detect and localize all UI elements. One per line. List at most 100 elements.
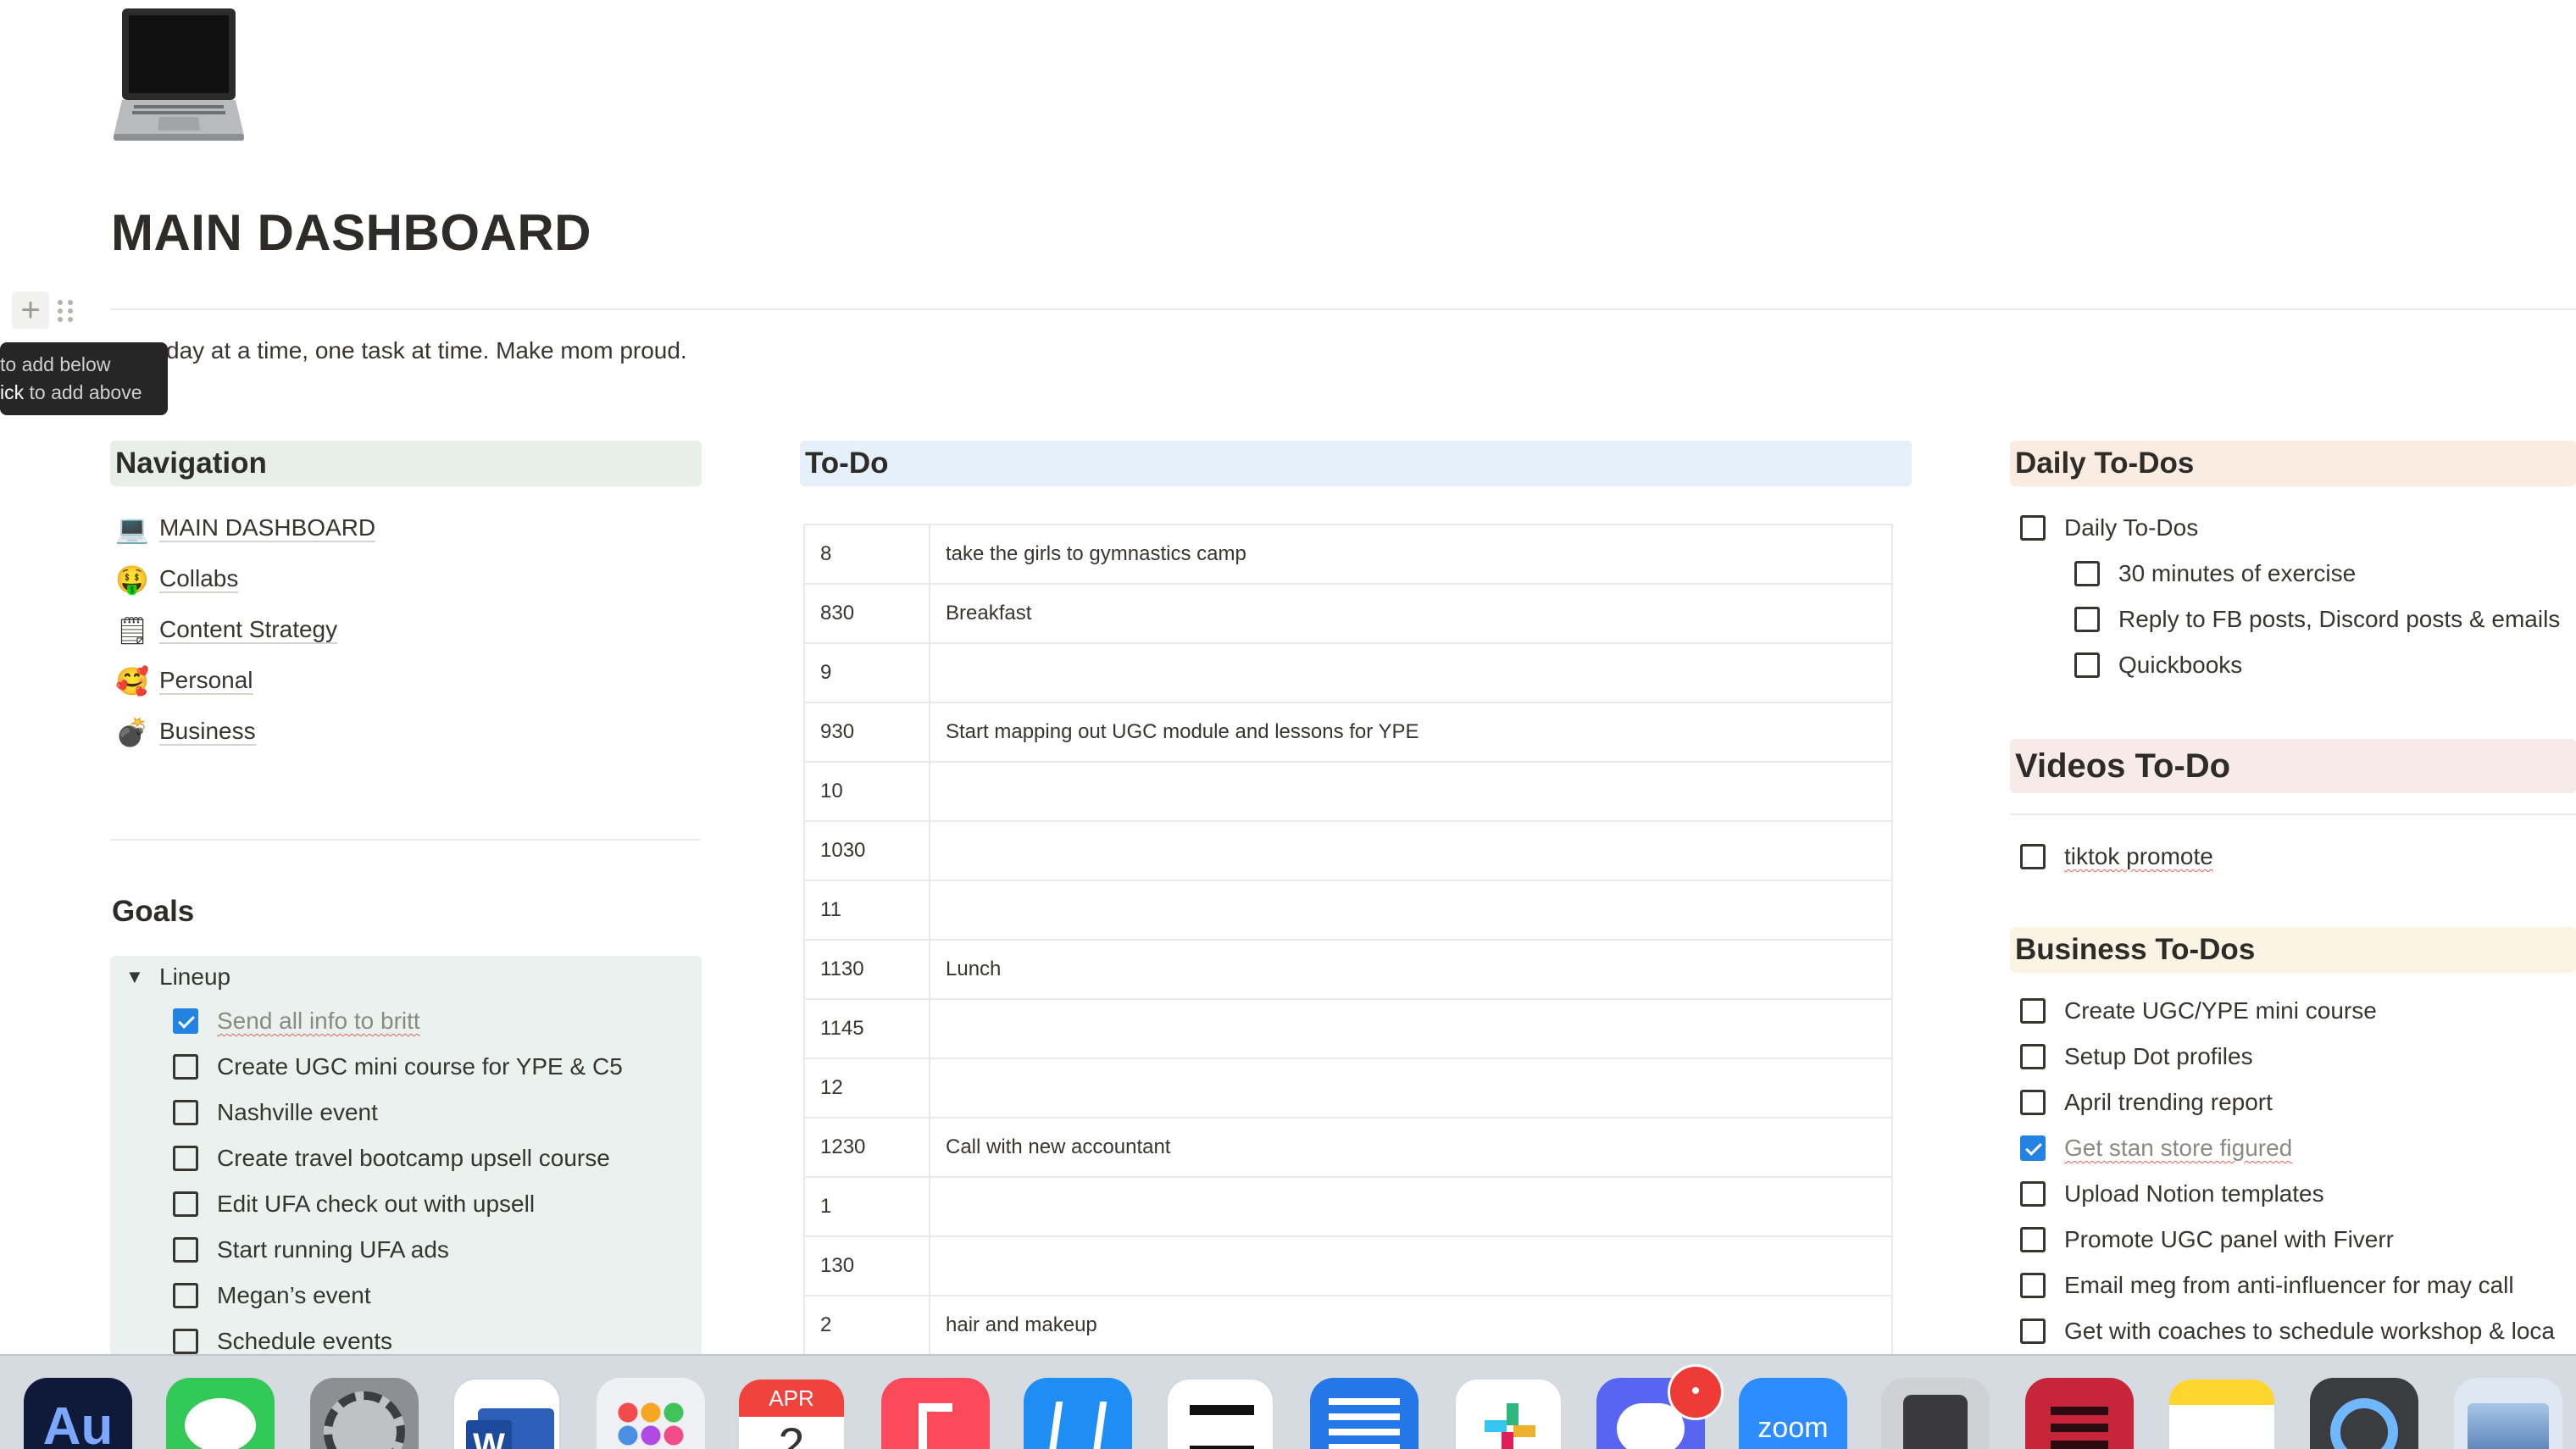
goal-item[interactable]: Megan’s event	[173, 1273, 371, 1319]
task-cell[interactable]	[929, 998, 1893, 1059]
page-title[interactable]: MAIN DASHBOARD	[111, 203, 591, 262]
task-cell[interactable]: Lunch	[929, 939, 1893, 1000]
checkbox[interactable]	[173, 1054, 198, 1080]
nav-item-collabs[interactable]: 🤑 Collabs	[115, 559, 239, 600]
checkbox[interactable]	[2074, 652, 2100, 678]
time-cell[interactable]: 11	[803, 880, 930, 941]
time-cell[interactable]: 1030	[803, 820, 930, 881]
business-todo-item[interactable]: Email meg from anti-influencer for may c…	[2020, 1263, 2514, 1308]
zoom-icon[interactable]: zoom	[1739, 1378, 1847, 1449]
time-cell[interactable]: 1130	[803, 939, 930, 1000]
app-icon[interactable]	[2025, 1378, 2134, 1449]
business-todo-item[interactable]: Get with coaches to schedule workshop & …	[2020, 1308, 2555, 1354]
task-cell[interactable]	[929, 1235, 1893, 1296]
goal-item[interactable]: Send all info to britt	[173, 998, 420, 1044]
task-cell[interactable]	[929, 1058, 1893, 1119]
checkbox[interactable]	[2020, 844, 2046, 869]
checkbox[interactable]	[2020, 1135, 2046, 1161]
task-cell[interactable]: take the girls to gymnastics camp	[929, 524, 1893, 585]
time-cell[interactable]: 12	[803, 1058, 930, 1119]
time-cell[interactable]: 1	[803, 1176, 930, 1237]
navigation-heading[interactable]: Navigation	[110, 441, 702, 486]
task-cell[interactable]	[929, 1176, 1893, 1237]
add-block-button[interactable]: +	[12, 291, 49, 329]
nav-item-personal[interactable]: 🥰 Personal	[115, 661, 253, 702]
video-todo-item[interactable]: tiktok promote	[2020, 834, 2213, 880]
time-cell[interactable]: 830	[803, 583, 930, 644]
business-todo-item[interactable]: Get stan store figured	[2020, 1125, 2292, 1171]
time-cell[interactable]: 2	[803, 1295, 930, 1356]
task-cell[interactable]: Breakfast	[929, 583, 1893, 644]
checkbox[interactable]	[173, 1283, 198, 1308]
capcut-icon[interactable]	[1166, 1378, 1274, 1449]
checkbox[interactable]	[173, 1146, 198, 1171]
word-icon[interactable]: W	[452, 1378, 561, 1449]
music-icon[interactable]	[881, 1378, 990, 1449]
checkbox[interactable]	[2020, 1273, 2046, 1298]
daily-todo-parent[interactable]: Daily To-Dos	[2020, 505, 2198, 551]
calculator-icon[interactable]	[1881, 1378, 1990, 1449]
checkbox[interactable]	[173, 1008, 198, 1034]
business-todo-item[interactable]: Create UGC/YPE mini course	[2020, 988, 2377, 1034]
task-cell[interactable]	[929, 761, 1893, 822]
preview-icon[interactable]	[2454, 1378, 2562, 1449]
page-subtitle[interactable]: day at a time, one task at time. Make mo…	[166, 337, 687, 364]
daily-todo-item[interactable]: 30 minutes of exercise	[2074, 551, 2356, 597]
checkbox[interactable]	[2020, 1090, 2046, 1115]
time-cell[interactable]: 1145	[803, 998, 930, 1059]
task-cell[interactable]: Call with new accountant	[929, 1117, 1893, 1178]
launchpad-icon[interactable]	[597, 1378, 705, 1449]
task-cell[interactable]	[929, 820, 1893, 881]
checkbox[interactable]	[2020, 1319, 2046, 1344]
task-cell[interactable]	[929, 880, 1893, 941]
videos-todo-heading[interactable]: Videos To-Do	[2010, 739, 2576, 793]
checkbox[interactable]	[2074, 561, 2100, 586]
checkbox[interactable]	[173, 1237, 198, 1263]
business-todos-heading[interactable]: Business To-Dos	[2010, 927, 2576, 973]
system-settings-icon[interactable]	[310, 1378, 419, 1449]
daily-todos-heading[interactable]: Daily To-Dos	[2010, 441, 2576, 486]
calendar-icon[interactable]: APR 2	[737, 1378, 846, 1449]
time-cell[interactable]: 8	[803, 524, 930, 585]
checkbox[interactable]	[2020, 515, 2046, 541]
task-cell[interactable]: hair and makeup	[929, 1295, 1893, 1356]
time-cell[interactable]: 10	[803, 761, 930, 822]
business-todo-item[interactable]: Upload Notion templates	[2020, 1171, 2324, 1217]
audition-icon[interactable]: Au	[24, 1378, 132, 1449]
toggle-triangle-icon[interactable]: ▼	[125, 966, 159, 988]
time-cell[interactable]: 1230	[803, 1117, 930, 1178]
daily-todo-item[interactable]: Quickbooks	[2074, 642, 2242, 688]
business-todo-item[interactable]: April trending report	[2020, 1080, 2273, 1125]
goal-item[interactable]: Create travel bootcamp upsell course	[173, 1135, 610, 1181]
checkbox[interactable]	[2074, 607, 2100, 632]
app-store-icon[interactable]	[1024, 1378, 1132, 1449]
task-cell[interactable]	[929, 642, 1893, 703]
checkbox[interactable]	[173, 1100, 198, 1125]
daily-todo-item[interactable]: Reply to FB posts, Discord posts & email…	[2074, 597, 2560, 642]
checkbox[interactable]	[2020, 1044, 2046, 1069]
nav-item-business[interactable]: 💣 Business	[115, 712, 256, 752]
time-cell[interactable]: 9	[803, 642, 930, 703]
goal-item[interactable]: Start running UFA ads	[173, 1227, 449, 1273]
notes-icon[interactable]	[2168, 1378, 2276, 1449]
todo-heading[interactable]: To-Do	[800, 441, 1912, 486]
business-todo-item[interactable]: Setup Dot profiles	[2020, 1034, 2253, 1080]
goal-item[interactable]: Create UGC mini course for YPE & C5	[173, 1044, 623, 1090]
checkbox[interactable]	[2020, 998, 2046, 1024]
time-cell[interactable]: 130	[803, 1235, 930, 1296]
nav-item-main-dashboard[interactable]: 💻 MAIN DASHBOARD	[115, 508, 376, 549]
time-cell[interactable]: 930	[803, 702, 930, 763]
nav-item-content-strategy[interactable]: 🗒 Content Strategy	[115, 610, 338, 651]
goals-heading[interactable]: Goals	[112, 895, 194, 929]
lineup-toggle[interactable]: ▼ Lineup	[125, 959, 230, 995]
checkbox[interactable]	[2020, 1227, 2046, 1252]
teleprompter-icon[interactable]	[1310, 1378, 1418, 1449]
checkbox[interactable]	[173, 1191, 198, 1217]
checkbox[interactable]	[173, 1329, 198, 1354]
messages-icon[interactable]	[166, 1378, 275, 1449]
goal-item[interactable]: Nashville event	[173, 1090, 378, 1135]
quicktime-icon[interactable]	[2310, 1378, 2418, 1449]
task-cell[interactable]: Start mapping out UGC module and lessons…	[929, 702, 1893, 763]
drag-handle-icon[interactable]	[56, 298, 76, 324]
slack-icon[interactable]	[1454, 1378, 1563, 1449]
